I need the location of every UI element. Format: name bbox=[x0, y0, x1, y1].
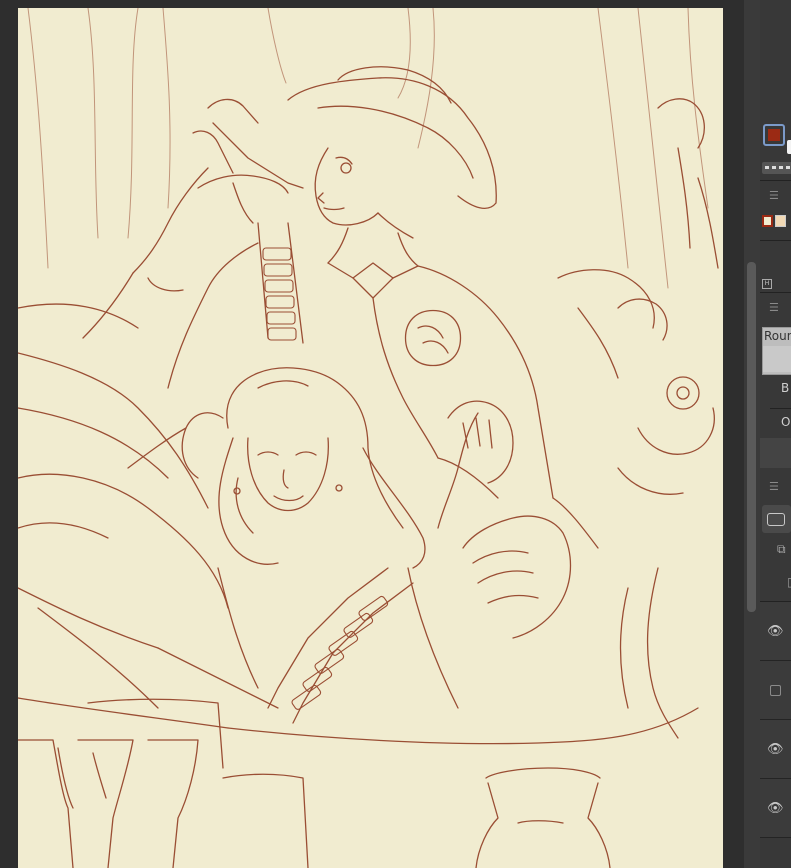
panel-divider bbox=[760, 180, 791, 181]
eye-icon[interactable]: 👁 bbox=[767, 801, 784, 816]
drawing-canvas[interactable] bbox=[18, 8, 723, 868]
layer-frame-icon[interactable]: ▯ bbox=[787, 575, 791, 589]
pattern-mark bbox=[786, 166, 790, 169]
mini-background-swatch[interactable] bbox=[775, 215, 786, 227]
pattern-mark bbox=[772, 166, 776, 169]
pattern-selector[interactable] bbox=[762, 162, 791, 174]
rectangle-icon bbox=[767, 513, 785, 526]
eye-icon[interactable]: 👁 bbox=[767, 624, 784, 639]
eye-icon[interactable]: 👁 bbox=[767, 742, 784, 757]
blend-mode-label[interactable]: B bbox=[781, 381, 789, 395]
brush-preset-name: Roun bbox=[764, 329, 791, 343]
brush-option-row[interactable] bbox=[760, 438, 791, 468]
pattern-mark bbox=[779, 166, 783, 169]
opacity-label[interactable]: O bbox=[781, 415, 790, 429]
copy-layer-icon[interactable]: ⧉ bbox=[777, 542, 786, 557]
right-tool-panel: ☰ H ☰ Roun B O ☰ ⧉ ▯ 👁 👁 👁 bbox=[760, 0, 791, 868]
checkbox-icon[interactable] bbox=[770, 685, 781, 696]
layer-row[interactable]: 👁 bbox=[760, 779, 791, 838]
selection-tool-button[interactable] bbox=[762, 505, 791, 533]
background-color-swatch[interactable] bbox=[787, 140, 791, 154]
panel-menu-icon[interactable]: ☰ bbox=[769, 190, 779, 201]
panel-divider bbox=[760, 292, 791, 293]
scrollbar-thumb[interactable] bbox=[747, 262, 756, 612]
brush-panel-menu-icon[interactable]: ☰ bbox=[769, 302, 779, 313]
foreground-color-swatch[interactable] bbox=[763, 124, 785, 146]
header-badge: H bbox=[762, 279, 772, 289]
layers-panel-menu-icon[interactable]: ☰ bbox=[769, 481, 779, 492]
sketch-artwork bbox=[18, 8, 719, 868]
pattern-mark bbox=[765, 166, 769, 169]
brush-preview-strip bbox=[763, 346, 791, 372]
panel-divider bbox=[760, 240, 791, 241]
layer-row[interactable]: 👁 bbox=[760, 602, 791, 661]
brush-preset-box[interactable]: Roun bbox=[762, 327, 791, 375]
layer-row[interactable]: 👁 bbox=[760, 720, 791, 779]
mini-foreground-swatch[interactable] bbox=[762, 215, 773, 227]
panel-divider bbox=[770, 408, 791, 409]
foreground-color-fill bbox=[768, 129, 780, 141]
layer-row[interactable] bbox=[760, 661, 791, 720]
